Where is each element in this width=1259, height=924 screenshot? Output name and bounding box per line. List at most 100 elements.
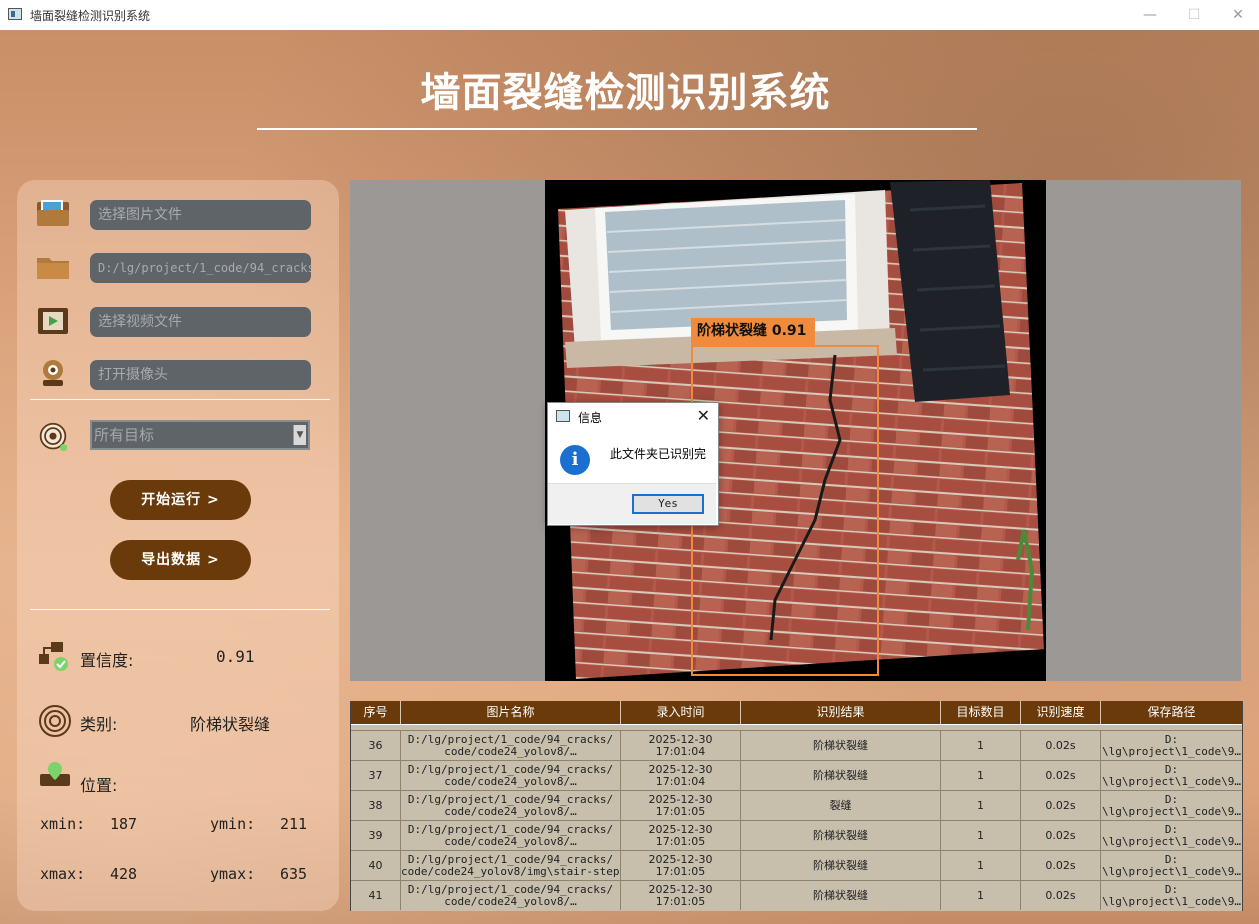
camera-input[interactable]: 打开摄像头 [90, 360, 311, 390]
table-cell-text: 1 [977, 769, 984, 782]
table-cell: 40 [351, 851, 401, 880]
detection-bounding-box [691, 345, 879, 676]
camera-icon[interactable] [35, 358, 71, 388]
column-header[interactable]: 目标数目 [941, 701, 1021, 724]
table-cell: D: \lg\project\1_code\9… [1101, 881, 1242, 910]
info-dialog: 信息 ✕ i 此文件夹已识别完 Yes [547, 402, 719, 526]
folder-path-input[interactable]: D:/lg/project/1_code/94_cracks [90, 253, 311, 283]
minimize-button[interactable]: — [1140, 5, 1160, 25]
page-title: 墙面裂缝检测识别系统 [420, 70, 831, 116]
table-cell-text: 阶梯状裂缝 [813, 739, 868, 752]
video-file-icon[interactable] [35, 306, 71, 336]
folder-icon[interactable] [35, 252, 71, 282]
detection-label: 阶梯状裂缝 0.91 [691, 318, 815, 345]
ymin-label: ymin: [210, 815, 256, 833]
table-cell: 1 [941, 761, 1021, 790]
table-cell-text: code/code24_yolov8/… [444, 745, 577, 758]
table-cell: 阶梯状裂缝 [741, 881, 941, 910]
table-cell: 0.02s [1021, 731, 1101, 760]
table-cell: 38 [351, 791, 401, 820]
table-cell: D: \lg\project\1_code\9… [1101, 821, 1242, 850]
table-row[interactable]: 39 D:/lg/project/1_code/94_cracks/code/co… [351, 820, 1242, 850]
table-cell: 1 [941, 821, 1021, 850]
table-cell-text: code/code24_yolov8/… [444, 805, 577, 818]
confidence-icon [39, 642, 68, 671]
table-cell-text: 1 [977, 829, 984, 842]
table-row[interactable]: 38 D:/lg/project/1_code/94_cracks/code/co… [351, 790, 1242, 820]
table-cell-text: \lg\project\1_code\9… [1101, 805, 1242, 818]
table-cell-text: 0.02s [1045, 859, 1076, 872]
location-icon [40, 762, 70, 786]
table-cell: D: \lg\project\1_code\9… [1101, 851, 1242, 880]
table-cell: 2025-12-30 17:01:05 [621, 851, 741, 880]
target-icon [39, 422, 68, 452]
table-cell-text: 1 [977, 739, 984, 752]
table-header: 序号 图片名称 录入时间 识别结果 目标数目 识别速度 保存路径 [351, 701, 1242, 725]
video-file-input[interactable]: 选择视频文件 [90, 307, 311, 337]
table-cell-text: code/code24_yolov8/img\stair-step… [401, 865, 621, 878]
column-header[interactable]: 图片名称 [401, 701, 621, 724]
window-title: 墙面裂缝检测识别系统 [30, 9, 151, 23]
divider [30, 609, 330, 610]
xmax-label: xmax: [40, 865, 86, 883]
table-cell: D:/lg/project/1_code/94_cracks/code/code… [401, 791, 621, 820]
table-row[interactable]: 40 D:/lg/project/1_code/94_cracks/code/co… [351, 850, 1242, 880]
dialog-close-icon[interactable]: ✕ [697, 406, 710, 425]
column-header[interactable]: 录入时间 [621, 701, 741, 724]
table-cell-text: 阶梯状裂缝 [813, 889, 868, 902]
table-cell-text: 17:01:05 [655, 805, 706, 818]
table-cell: 36 [351, 731, 401, 760]
column-header[interactable]: 序号 [351, 701, 401, 724]
xmax-value: 428 [110, 865, 138, 883]
table-cell-text: \lg\project\1_code\9… [1101, 745, 1242, 758]
maximize-button[interactable]: ☐ [1184, 5, 1204, 25]
table-cell-text: 阶梯状裂缝 [813, 859, 868, 872]
close-button[interactable]: ✕ [1228, 5, 1248, 25]
table-cell-text: \lg\project\1_code\9… [1101, 865, 1242, 878]
yes-button[interactable]: Yes [632, 494, 704, 514]
table-cell: 2025-12-30 17:01:05 [621, 791, 741, 820]
chevron-down-icon[interactable]: ▼ [293, 425, 306, 445]
column-header[interactable]: 识别速度 [1021, 701, 1101, 724]
table-cell: 0.02s [1021, 761, 1101, 790]
table-cell: D:/lg/project/1_code/94_cracks/code/code… [401, 761, 621, 790]
table-cell-text: 17:01:05 [655, 865, 706, 878]
confidence-value: 0.91 [216, 647, 255, 666]
class-value: 阶梯状裂缝 [190, 715, 271, 734]
position-label: 位置: [80, 776, 118, 795]
table-cell-text: 40 [368, 859, 383, 872]
table-cell: 39 [351, 821, 401, 850]
table-cell: 41 [351, 881, 401, 910]
class-label: 类别: [80, 715, 118, 734]
dialog-footer: Yes [548, 483, 716, 524]
table-cell-text: 36 [368, 739, 383, 752]
column-header[interactable]: 识别结果 [741, 701, 941, 724]
table-cell: 1 [941, 881, 1021, 910]
table-cell-text: 17:01:04 [655, 775, 706, 788]
table-cell-text: 0.02s [1045, 769, 1076, 782]
table-cell-text: 1 [977, 799, 984, 812]
app-icon [8, 8, 22, 20]
results-table: 序号 图片名称 录入时间 识别结果 目标数目 识别速度 保存路径 36 D:/lg… [350, 701, 1243, 911]
export-data-button[interactable]: 导出数据 > [110, 540, 251, 580]
table-cell: 0.02s [1021, 821, 1101, 850]
info-icon: i [560, 445, 590, 475]
class-icon [39, 705, 71, 737]
table-cell: 阶梯状裂缝 [741, 851, 941, 880]
table-cell-text: 17:01:05 [655, 835, 706, 848]
table-row[interactable]: 41 D:/lg/project/1_code/94_cracks/code/co… [351, 880, 1242, 910]
xmin-value: 187 [110, 815, 138, 833]
table-cell-text: 0.02s [1045, 829, 1076, 842]
table-row[interactable]: 37 D:/lg/project/1_code/94_cracks/code/co… [351, 760, 1242, 790]
image-file-input[interactable]: 选择图片文件 [90, 200, 311, 230]
column-header[interactable]: 保存路径 [1101, 701, 1242, 724]
image-folder-icon[interactable] [35, 198, 71, 228]
start-run-button[interactable]: 开始运行 > [110, 480, 251, 520]
table-row[interactable]: 36 D:/lg/project/1_code/94_cracks/code/co… [351, 730, 1242, 760]
table-cell-text: 0.02s [1045, 739, 1076, 752]
target-select[interactable]: 所有目标 ▼ [90, 420, 310, 450]
table-cell-text: 阶梯状裂缝 [813, 769, 868, 782]
table-cell: 0.02s [1021, 851, 1101, 880]
table-cell: D:/lg/project/1_code/94_cracks/code/code… [401, 881, 621, 910]
target-select-value: 所有目标 [94, 426, 155, 444]
